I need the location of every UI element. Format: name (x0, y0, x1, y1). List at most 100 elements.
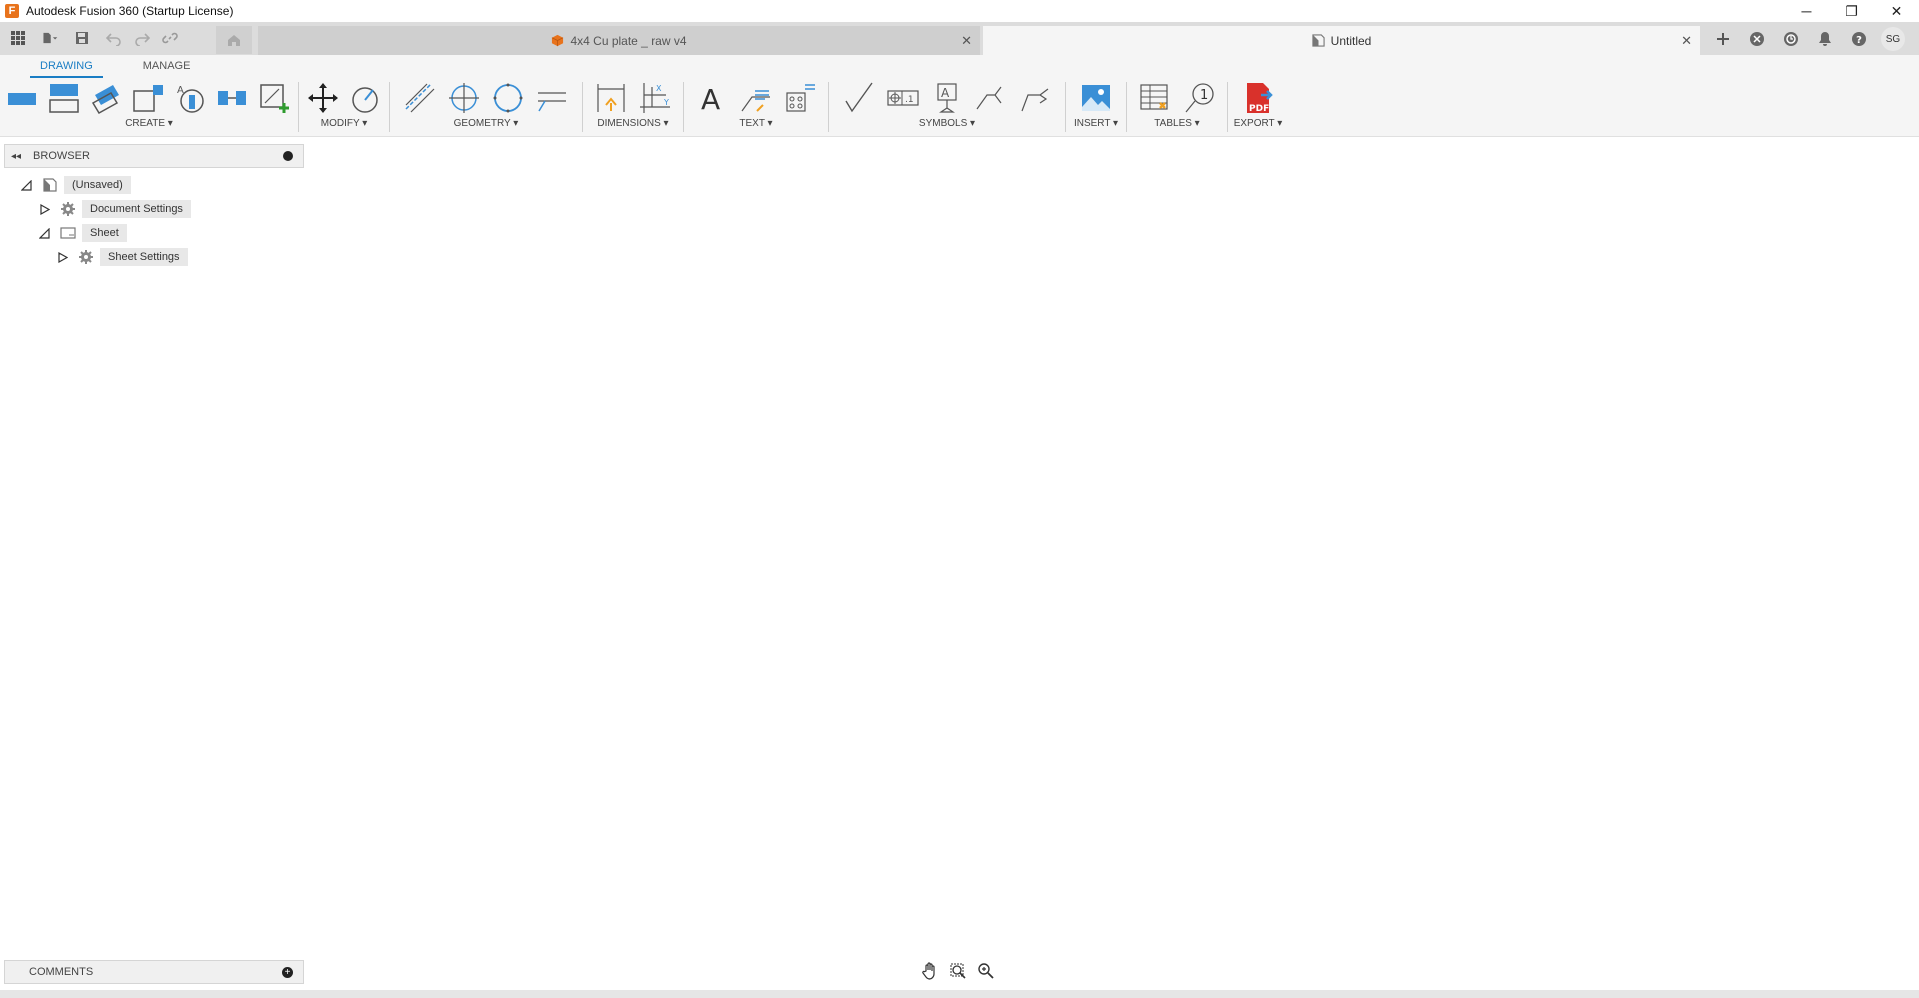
balloon-icon[interactable]: 1 (1181, 80, 1217, 116)
redo-icon[interactable] (128, 23, 156, 53)
navigation-bar (920, 961, 996, 981)
extensions-icon[interactable] (1745, 27, 1769, 51)
leader-icon[interactable] (738, 80, 774, 116)
edge-extension-icon[interactable] (534, 80, 570, 116)
workspace-tabs: DRAWING MANAGE (30, 57, 200, 78)
insert-label[interactable]: INSERT ▾ (1074, 118, 1118, 129)
close-window-button[interactable]: ✕ (1874, 0, 1919, 22)
feature-control-frame-icon[interactable]: .1 (885, 80, 921, 116)
detail-view-icon[interactable] (130, 80, 166, 116)
centerline-view-icon[interactable] (214, 80, 250, 116)
dimension-icon[interactable] (593, 80, 629, 116)
svg-text:.1: .1 (905, 95, 914, 105)
tree-label: Document Settings (82, 200, 191, 218)
section-view-icon[interactable] (88, 80, 124, 116)
job-status-icon[interactable] (1779, 27, 1803, 51)
tab-4x4-cu-plate[interactable]: 4x4 Cu plate _ raw v4 ✕ (258, 26, 980, 55)
browser-options-button[interactable] (283, 151, 293, 161)
svg-text:X: X (656, 84, 662, 93)
drawing-document-icon (42, 177, 58, 193)
tree-node-sheet-settings[interactable]: Sheet Settings (56, 247, 188, 267)
tree-label: Sheet Settings (100, 248, 188, 266)
symbols-label[interactable]: SYMBOLS ▾ (919, 118, 975, 129)
home-tab[interactable] (216, 26, 252, 54)
link-icon[interactable] (156, 23, 184, 53)
tables-group: 1 TABLES ▾ (1127, 79, 1227, 135)
undo-icon[interactable] (100, 23, 128, 53)
pan-hand-icon[interactable] (920, 961, 940, 981)
tab-label: Untitled (1330, 33, 1372, 48)
table-icon[interactable] (1137, 80, 1173, 116)
gear-icon (78, 249, 94, 265)
ordinate-dimension-icon[interactable]: XY (637, 80, 673, 116)
tool-groups: A CREATE ▾ MODIFY ▾ GEOMETRY ▾ X Y DIMEN… (0, 79, 1288, 135)
window-title: Autodesk Fusion 360 (Startup License) (26, 4, 234, 18)
tree-node-sheet[interactable]: Sheet (38, 223, 127, 243)
create-group: A CREATE ▾ (0, 79, 298, 135)
insert-image-icon[interactable] (1078, 80, 1114, 116)
gear-icon (60, 201, 76, 217)
tab-close-button[interactable]: ✕ (1681, 33, 1692, 49)
app-grid-icon[interactable] (4, 23, 32, 53)
component-icon (552, 34, 564, 47)
dimensions-label[interactable]: DIMENSIONS ▾ (597, 118, 668, 129)
user-avatar[interactable]: SG (1881, 27, 1905, 51)
window-controls: ─ ❐ ✕ (1784, 0, 1919, 22)
tab-strip: 4x4 Cu plate _ raw v4 ✕ Untitled ✕ ? SG (0, 22, 1919, 55)
edge-symbol-icon[interactable] (1017, 80, 1053, 116)
insert-group: INSERT ▾ (1066, 79, 1126, 135)
base-view-icon[interactable] (4, 80, 40, 116)
collapse-browser-button[interactable]: ◂◂ (11, 151, 21, 162)
export-label[interactable]: EXPORT ▾ (1234, 118, 1283, 129)
modify-label[interactable]: MODIFY ▾ (321, 118, 368, 129)
svg-text:A: A (941, 86, 950, 100)
create-label[interactable]: CREATE ▾ (125, 118, 173, 129)
zoom-icon[interactable] (976, 961, 996, 981)
collapsed-triangle-icon[interactable] (38, 203, 50, 215)
export-group: PDF EXPORT ▾ (1228, 79, 1288, 135)
sketch-view-icon[interactable] (256, 80, 292, 116)
save-icon[interactable] (68, 23, 96, 53)
text-label[interactable]: TEXT ▾ (739, 118, 772, 129)
tab-close-button[interactable]: ✕ (961, 33, 972, 49)
new-tab-plus-icon[interactable] (1711, 27, 1735, 51)
export-pdf-icon[interactable]: PDF (1240, 80, 1276, 116)
geometry-group: GEOMETRY ▾ (390, 79, 582, 135)
centerline-icon[interactable] (402, 80, 438, 116)
tab-drawing[interactable]: DRAWING (30, 57, 103, 78)
status-bar (0, 990, 1919, 998)
move-icon[interactable] (305, 80, 341, 116)
minimize-button[interactable]: ─ (1784, 0, 1829, 22)
expanded-triangle-icon[interactable] (38, 227, 50, 239)
break-view-icon[interactable]: A (172, 80, 208, 116)
file-menu-icon[interactable] (32, 23, 68, 53)
symbols-group: .1 A SYMBOLS ▾ (829, 79, 1065, 135)
geometry-label[interactable]: GEOMETRY ▾ (454, 118, 519, 129)
tree-node-document-settings[interactable]: Document Settings (38, 199, 191, 219)
svg-text:PDF: PDF (1249, 104, 1269, 114)
rotate-icon[interactable] (347, 80, 383, 116)
welding-symbol-icon[interactable] (973, 80, 1009, 116)
projected-view-icon[interactable] (46, 80, 82, 116)
surface-texture-icon[interactable] (841, 80, 877, 116)
tab-manage[interactable]: MANAGE (133, 57, 201, 78)
note-icon[interactable] (782, 80, 818, 116)
svg-text:Y: Y (663, 98, 669, 107)
collapsed-triangle-icon[interactable] (56, 251, 68, 263)
restore-button[interactable]: ❐ (1829, 0, 1874, 22)
help-icon[interactable]: ? (1847, 27, 1871, 51)
expanded-triangle-icon[interactable] (20, 179, 32, 191)
center-mark-icon[interactable] (446, 80, 482, 116)
center-mark-pattern-icon[interactable] (490, 80, 526, 116)
text-icon[interactable]: A (694, 80, 730, 116)
tree-node-root[interactable]: (Unsaved) (20, 175, 131, 195)
add-comment-button[interactable]: + (282, 967, 293, 978)
tables-label[interactable]: TABLES ▾ (1154, 118, 1199, 129)
svg-text:A: A (701, 83, 720, 115)
zoom-window-icon[interactable] (948, 961, 968, 981)
modify-group: MODIFY ▾ (299, 79, 389, 135)
tab-untitled[interactable]: Untitled ✕ (983, 26, 1700, 55)
browser-panel-header: ◂◂ BROWSER (4, 144, 304, 168)
datum-identifier-icon[interactable]: A (929, 80, 965, 116)
notifications-bell-icon[interactable] (1813, 27, 1837, 51)
